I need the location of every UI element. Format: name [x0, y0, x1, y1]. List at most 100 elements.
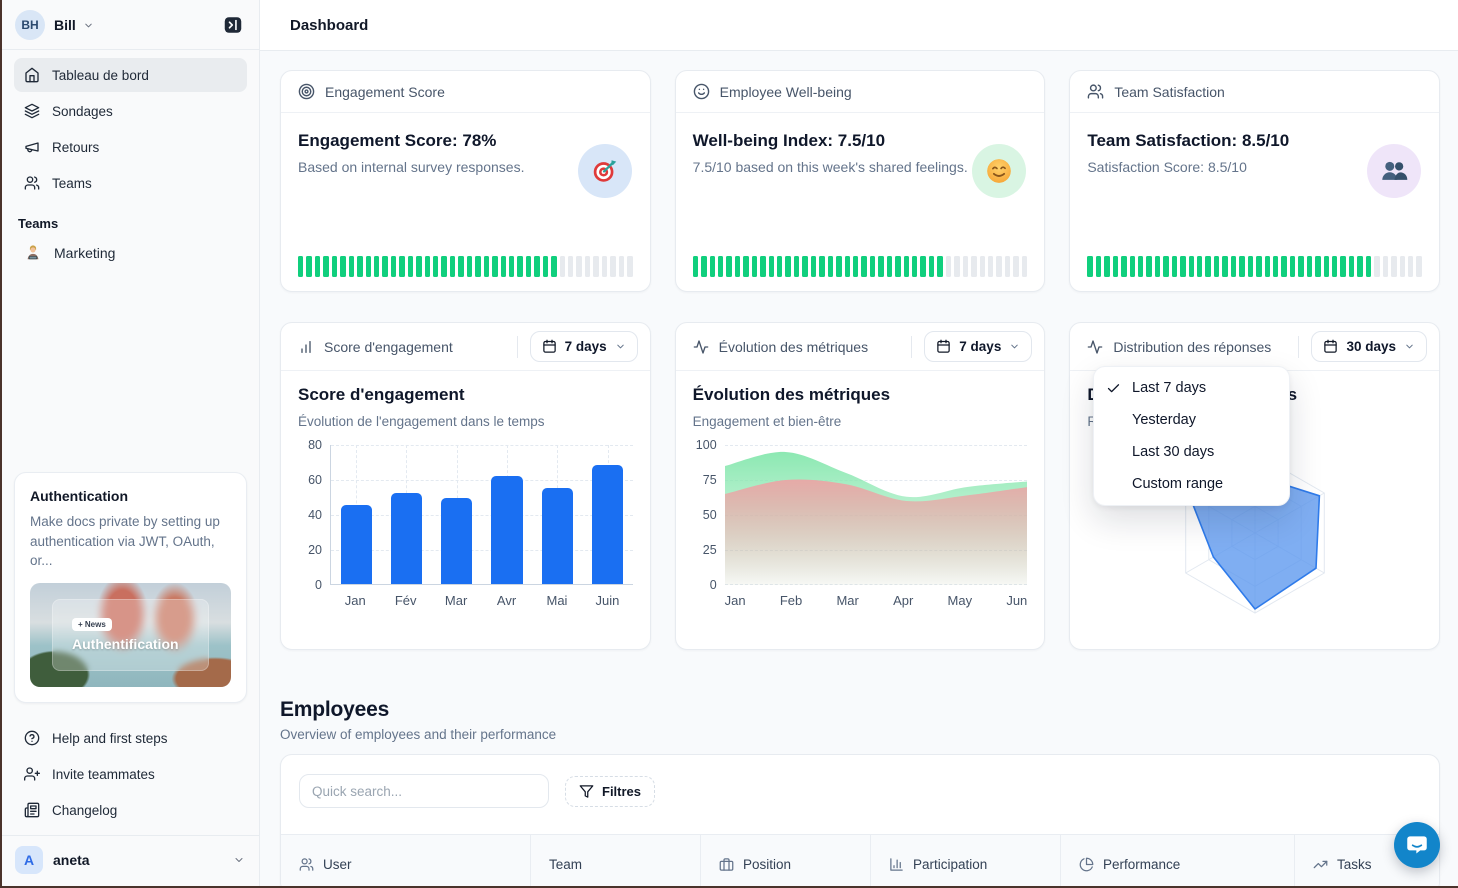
target-emoji: [590, 156, 620, 186]
chevron-down-icon: [83, 20, 94, 31]
home-icon: [24, 67, 40, 83]
stat-card-wellbeing: Employee Well-being Well-being Index: 7.…: [675, 70, 1046, 292]
sidebar-team-marketing[interactable]: Marketing: [14, 235, 247, 271]
sidebar-item-help-and-first-steps[interactable]: Help and first steps: [14, 721, 247, 755]
account-switcher[interactable]: A aneta: [2, 835, 259, 886]
date-range-dropdown: Last 7 days Yesterday Last 30 days Custo…: [1093, 366, 1290, 506]
chart-subtitle: Engagement et bien-être: [693, 414, 1028, 429]
people-emoji: [1379, 156, 1409, 186]
date-range-button[interactable]: 7 days: [924, 331, 1032, 362]
users-icon: [24, 175, 40, 191]
target-emoji-circle: [578, 144, 632, 198]
account-name: aneta: [53, 852, 90, 868]
promo-image[interactable]: + News Authentification: [30, 583, 231, 687]
check-icon: [1106, 381, 1132, 396]
sidebar-nav: Tableau de bord Sondages Retours Teams: [2, 50, 259, 200]
progress-bar: [693, 256, 1028, 277]
bar-chart-axis-icon: [889, 857, 904, 872]
stat-card-engagement: Engagement Score Engagement Score: 78% B…: [280, 70, 651, 292]
promo-title: Authentication: [30, 488, 231, 504]
chat-launcher-button[interactable]: [1394, 822, 1440, 868]
smile-icon: [693, 83, 710, 100]
x-tick-label: Jan: [330, 593, 380, 608]
dropdown-item-last-30-days[interactable]: Last 30 days: [1094, 436, 1289, 468]
calendar-icon: [1323, 339, 1338, 354]
user-plus-icon: [24, 766, 40, 782]
employees-title: Employees: [280, 698, 1440, 722]
column-header-performance[interactable]: Performance: [1061, 835, 1295, 886]
area-chart: 0255075100 JanFebMarAprMayJun: [693, 445, 1028, 608]
sidebar-item-tableau-de-bord[interactable]: Tableau de bord: [14, 58, 247, 92]
column-header-team[interactable]: Team: [531, 835, 701, 886]
bar: [542, 488, 573, 584]
stat-title: Engagement Score: 78%: [298, 131, 633, 151]
card-header-label: Employee Well-being: [720, 84, 852, 100]
workspace-switcher[interactable]: BH Bill: [2, 0, 259, 49]
x-tick-label: Juin: [582, 593, 632, 608]
employees-subtitle: Overview of employees and their performa…: [280, 727, 1440, 742]
x-tick-label: Mar: [431, 593, 481, 608]
x-tick-label: Feb: [780, 593, 802, 608]
users-icon: [299, 857, 314, 872]
main-area: Dashboard Engagement Score Engagement Sc…: [260, 0, 1458, 886]
progress-bar: [1087, 256, 1422, 277]
divider: [517, 336, 518, 358]
page-header: Dashboard: [260, 0, 1458, 51]
progress-bar: [298, 256, 633, 277]
bar: [491, 476, 522, 585]
column-header-participation[interactable]: Participation: [871, 835, 1061, 886]
bar: [341, 505, 372, 584]
account-avatar: A: [15, 846, 43, 874]
person-laptop-emoji: [24, 244, 42, 262]
stat-title: Well-being Index: 7.5/10: [693, 131, 1028, 151]
chevron-down-icon: [233, 854, 245, 866]
x-tick-label: May: [948, 593, 973, 608]
x-tick-label: Apr: [893, 593, 913, 608]
sidebar-item-changelog[interactable]: Changelog: [14, 793, 247, 827]
x-tick-label: Avr: [481, 593, 531, 608]
trending-up-icon: [1313, 857, 1328, 872]
sidebar-item-retours[interactable]: Retours: [14, 130, 247, 164]
filters-button[interactable]: Filtres: [565, 776, 655, 807]
target-icon: [298, 83, 315, 100]
app-window: BH Bill Tableau de bord Sondages Retours…: [2, 0, 1458, 886]
promo-image-overlay: + News Authentification: [52, 599, 209, 671]
sidebar-item-invite-teammates[interactable]: Invite teammates: [14, 757, 247, 791]
x-tick-label: Fév: [380, 593, 430, 608]
dropdown-item-custom-range[interactable]: Custom range: [1094, 468, 1289, 500]
date-range-button[interactable]: 7 days: [530, 331, 638, 362]
chart-card-metrics-evolution: Évolution des métriques 7 days Évolution…: [675, 322, 1046, 650]
column-header-user[interactable]: User: [281, 835, 531, 886]
dropdown-item-last-7-days[interactable]: Last 7 days: [1094, 372, 1289, 404]
chart-title: Évolution des métriques: [693, 385, 1028, 405]
bar: [592, 465, 623, 584]
bar: [441, 498, 472, 584]
pie-chart-icon: [1079, 857, 1094, 872]
chevron-down-icon: [1009, 341, 1020, 352]
card-header-label: Évolution des métriques: [719, 339, 868, 355]
x-tick-label: Jun: [1006, 593, 1027, 608]
chart-subtitle: Évolution de l'engagement dans le temps: [298, 414, 633, 429]
column-header-position[interactable]: Position: [701, 835, 871, 886]
chart-card-engagement-score: Score d'engagement 7 days Score d'engage…: [280, 322, 651, 650]
activity-icon: [1087, 339, 1103, 355]
divider: [1298, 336, 1299, 358]
panel-collapse-icon: [222, 14, 244, 36]
bar-chart-icon: [298, 339, 314, 355]
sidebar-item-sondages[interactable]: Sondages: [14, 94, 247, 128]
chevron-down-icon: [615, 341, 626, 352]
sidebar-collapse-button[interactable]: [220, 12, 246, 38]
card-header-label: Distribution des réponses: [1113, 339, 1271, 355]
briefcase-icon: [719, 857, 734, 872]
dropdown-item-yesterday[interactable]: Yesterday: [1094, 404, 1289, 436]
chevron-down-icon: [1404, 341, 1415, 352]
stat-card-satisfaction: Team Satisfaction Team Satisfaction: 8.5…: [1069, 70, 1440, 292]
chat-bubble-icon: [1404, 832, 1430, 858]
date-range-button[interactable]: 30 days: [1311, 331, 1427, 362]
sidebar-item-teams[interactable]: Teams: [14, 166, 247, 200]
promo-card-authentication[interactable]: Authentication Make docs private by sett…: [14, 472, 247, 703]
page-title: Dashboard: [290, 17, 368, 34]
sidebar-teams-list: Marketing: [2, 235, 259, 271]
search-input[interactable]: [299, 774, 549, 808]
sidebar-footer-nav: Help and first steps Invite teammates Ch…: [2, 715, 259, 827]
